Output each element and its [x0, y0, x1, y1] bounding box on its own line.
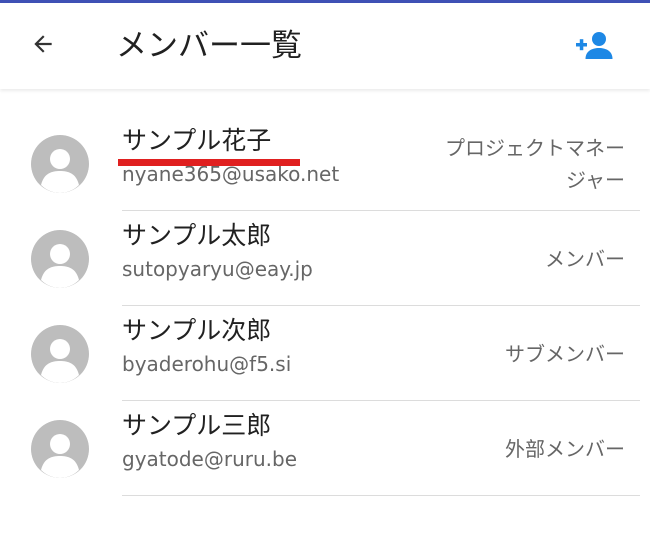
member-role: サブメンバー: [445, 322, 625, 386]
member-name: サンプル次郎: [122, 316, 272, 345]
add-member-button[interactable]: [570, 28, 618, 66]
member-row[interactable]: サンプル花子 nyane365@usako.net プロジェクトマネージャー: [0, 116, 650, 211]
default-avatar-icon: [31, 135, 89, 193]
member-row[interactable]: サンプル太郎 sutopyaryu@eay.jp メンバー: [0, 211, 650, 306]
member-role-label: プロジェクトマネージャー: [445, 136, 625, 192]
member-row[interactable]: サンプル三郎 gyatode@ruru.be 外部メンバー: [0, 401, 650, 496]
member-role: メンバー: [445, 227, 625, 291]
member-role: 外部メンバー: [445, 417, 625, 481]
member-role-label: メンバー: [545, 247, 625, 271]
member-role: プロジェクトマネージャー: [445, 132, 625, 196]
avatar: [31, 230, 89, 288]
member-email: gyatode@ruru.be: [122, 447, 298, 471]
member-list: サンプル花子 nyane365@usako.net プロジェクトマネージャー サ…: [0, 116, 650, 496]
default-avatar-icon: [31, 325, 89, 383]
default-avatar-icon: [31, 230, 89, 288]
member-row[interactable]: サンプル次郎 byaderohu@f5.si サブメンバー: [0, 306, 650, 401]
member-name: サンプル三郎: [122, 411, 272, 440]
member-role-label: サブメンバー: [505, 342, 625, 366]
avatar: [31, 135, 89, 193]
member-email: sutopyaryu@eay.jp: [122, 257, 313, 281]
arrow-left-icon: [30, 31, 56, 61]
default-avatar-icon: [31, 420, 89, 478]
member-name: サンプル花子: [122, 126, 272, 155]
member-name: サンプル太郎: [122, 221, 272, 250]
member-role-label: 外部メンバー: [505, 437, 625, 461]
divider: [122, 495, 640, 496]
highlight-underline: [118, 159, 300, 166]
avatar: [31, 420, 89, 478]
app-bar: メンバー一覧: [0, 3, 650, 89]
member-email: byaderohu@f5.si: [122, 352, 292, 376]
page-title: メンバー一覧: [116, 28, 302, 64]
person-add-icon: [574, 30, 614, 64]
back-button[interactable]: [26, 29, 60, 63]
avatar: [31, 325, 89, 383]
